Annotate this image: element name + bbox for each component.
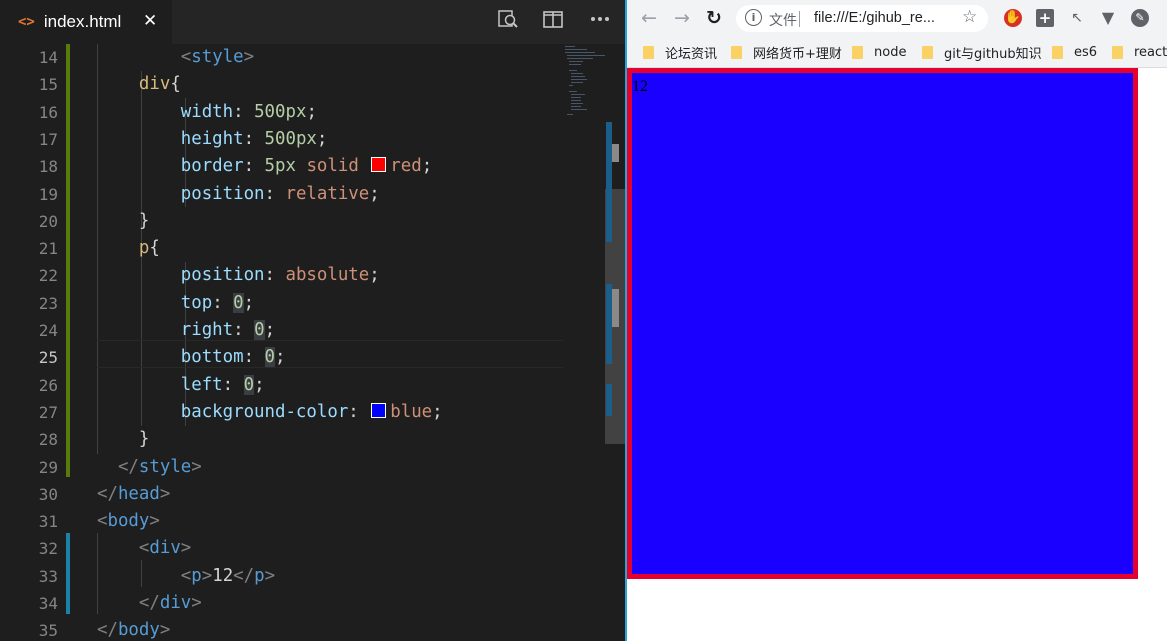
code-line: 19 position: relative; <box>38 183 380 204</box>
code-line: 22 position: absolute; <box>38 265 380 286</box>
color-swatch-red[interactable] <box>371 157 387 173</box>
code-line: 26 left: 0; <box>38 374 265 395</box>
code-line: 33 <p>12</p> <box>38 565 276 586</box>
tab-label: index.html <box>43 12 122 31</box>
folder-icon <box>731 45 742 59</box>
code-line-active: 25 bottom: 0; <box>38 347 286 368</box>
code-line: 23 top: 0; <box>38 292 255 313</box>
bookmark-folder[interactable]: react <box>1112 43 1167 61</box>
code-line: 17 height: 500px; <box>38 128 328 149</box>
address-url[interactable]: file:///E:/gihub_re... <box>814 10 935 26</box>
color-swatch-blue[interactable] <box>371 402 387 418</box>
browser-window: ← → ↻ i 文件 file:///E:/gihub_re... ☆ ✋ + … <box>627 0 1167 641</box>
back-arrow-icon[interactable]: ← <box>637 6 661 30</box>
code-line: 16 width: 500px; <box>38 101 317 122</box>
bookmark-folder[interactable]: git与github知识 <box>922 43 1042 62</box>
folder-icon <box>852 45 863 59</box>
bookmark-star-icon[interactable]: ☆ <box>962 7 977 27</box>
bookmarks-bar: 论坛资讯 网络货币+理财 node git与github知识 es6 react <box>627 37 1167 68</box>
bookmark-folder[interactable]: node <box>852 43 906 61</box>
code-line: 14 <style> <box>38 47 255 67</box>
forward-arrow-icon[interactable]: → <box>670 6 694 30</box>
close-icon[interactable]: ✕ <box>143 11 157 31</box>
code-area[interactable]: 14 <style> 15 div{ 16 width: 500px; 17 h… <box>0 44 563 641</box>
vue-extension-icon[interactable]: ▼ <box>1099 9 1117 27</box>
code-line: 28 } <box>38 429 150 450</box>
folder-icon <box>643 45 654 59</box>
split-editor-icon[interactable] <box>540 8 566 34</box>
code-line: 27 background-color: blue; <box>38 401 443 422</box>
code-editor: <> index.html ✕ 14 <style> 15 div{16 wi… <box>0 0 626 641</box>
code-line: 21 p{ <box>38 238 160 259</box>
address-bar[interactable]: i 文件 file:///E:/gihub_re... ☆ <box>736 5 988 32</box>
minimap[interactable] <box>563 44 605 641</box>
code-line: 31 <body> <box>38 511 160 532</box>
search-preview-icon[interactable] <box>495 8 521 34</box>
code-line: 24 right: 0; <box>38 320 276 340</box>
info-icon[interactable]: i <box>745 9 762 26</box>
browser-toolbar: ← → ↻ i 文件 file:///E:/gihub_re... ☆ ✋ + … <box>627 0 1167 37</box>
folder-icon <box>1052 45 1063 59</box>
bookmark-folder[interactable]: 网络货币+理财 <box>731 43 842 62</box>
code-line: 15 div{ <box>38 74 181 95</box>
rendered-div-box: 12 <box>627 68 1138 579</box>
code-line: 18 border: 5px solid red; <box>38 156 433 177</box>
code-line: 29 </style> <box>38 456 202 477</box>
code-line: 34 </div> <box>38 593 202 613</box>
code-line: 30 </head> <box>38 483 171 504</box>
cursor-extension-icon[interactable]: ↖ <box>1068 9 1086 27</box>
folder-icon <box>922 45 933 59</box>
editor-tab-bar: <> index.html ✕ <box>0 0 626 44</box>
bookmark-folder[interactable]: 论坛资讯 <box>643 43 717 62</box>
address-scheme-label: 文件 <box>769 12 797 28</box>
page-viewport[interactable]: 12 <box>627 68 1167 641</box>
compass-extension-icon[interactable]: ✎ <box>1131 9 1149 27</box>
shield-extension-icon[interactable]: ✋ <box>1004 9 1022 27</box>
rendered-p-text: 12 <box>632 78 648 95</box>
tab-index-html[interactable]: <> index.html ✕ <box>0 0 172 44</box>
plus-extension-icon[interactable]: + <box>1036 9 1054 27</box>
code-line: 20 } <box>38 210 150 231</box>
reload-icon[interactable]: ↻ <box>702 6 726 30</box>
vertical-scrollbar[interactable] <box>605 44 625 641</box>
bookmark-folder[interactable]: es6 <box>1052 43 1097 61</box>
folder-icon <box>1112 45 1123 59</box>
code-line: 32 <div> <box>38 538 192 559</box>
more-actions-icon[interactable] <box>587 8 613 34</box>
code-line: 35 </body> <box>38 620 171 641</box>
code-brackets-icon: <> <box>18 14 35 30</box>
